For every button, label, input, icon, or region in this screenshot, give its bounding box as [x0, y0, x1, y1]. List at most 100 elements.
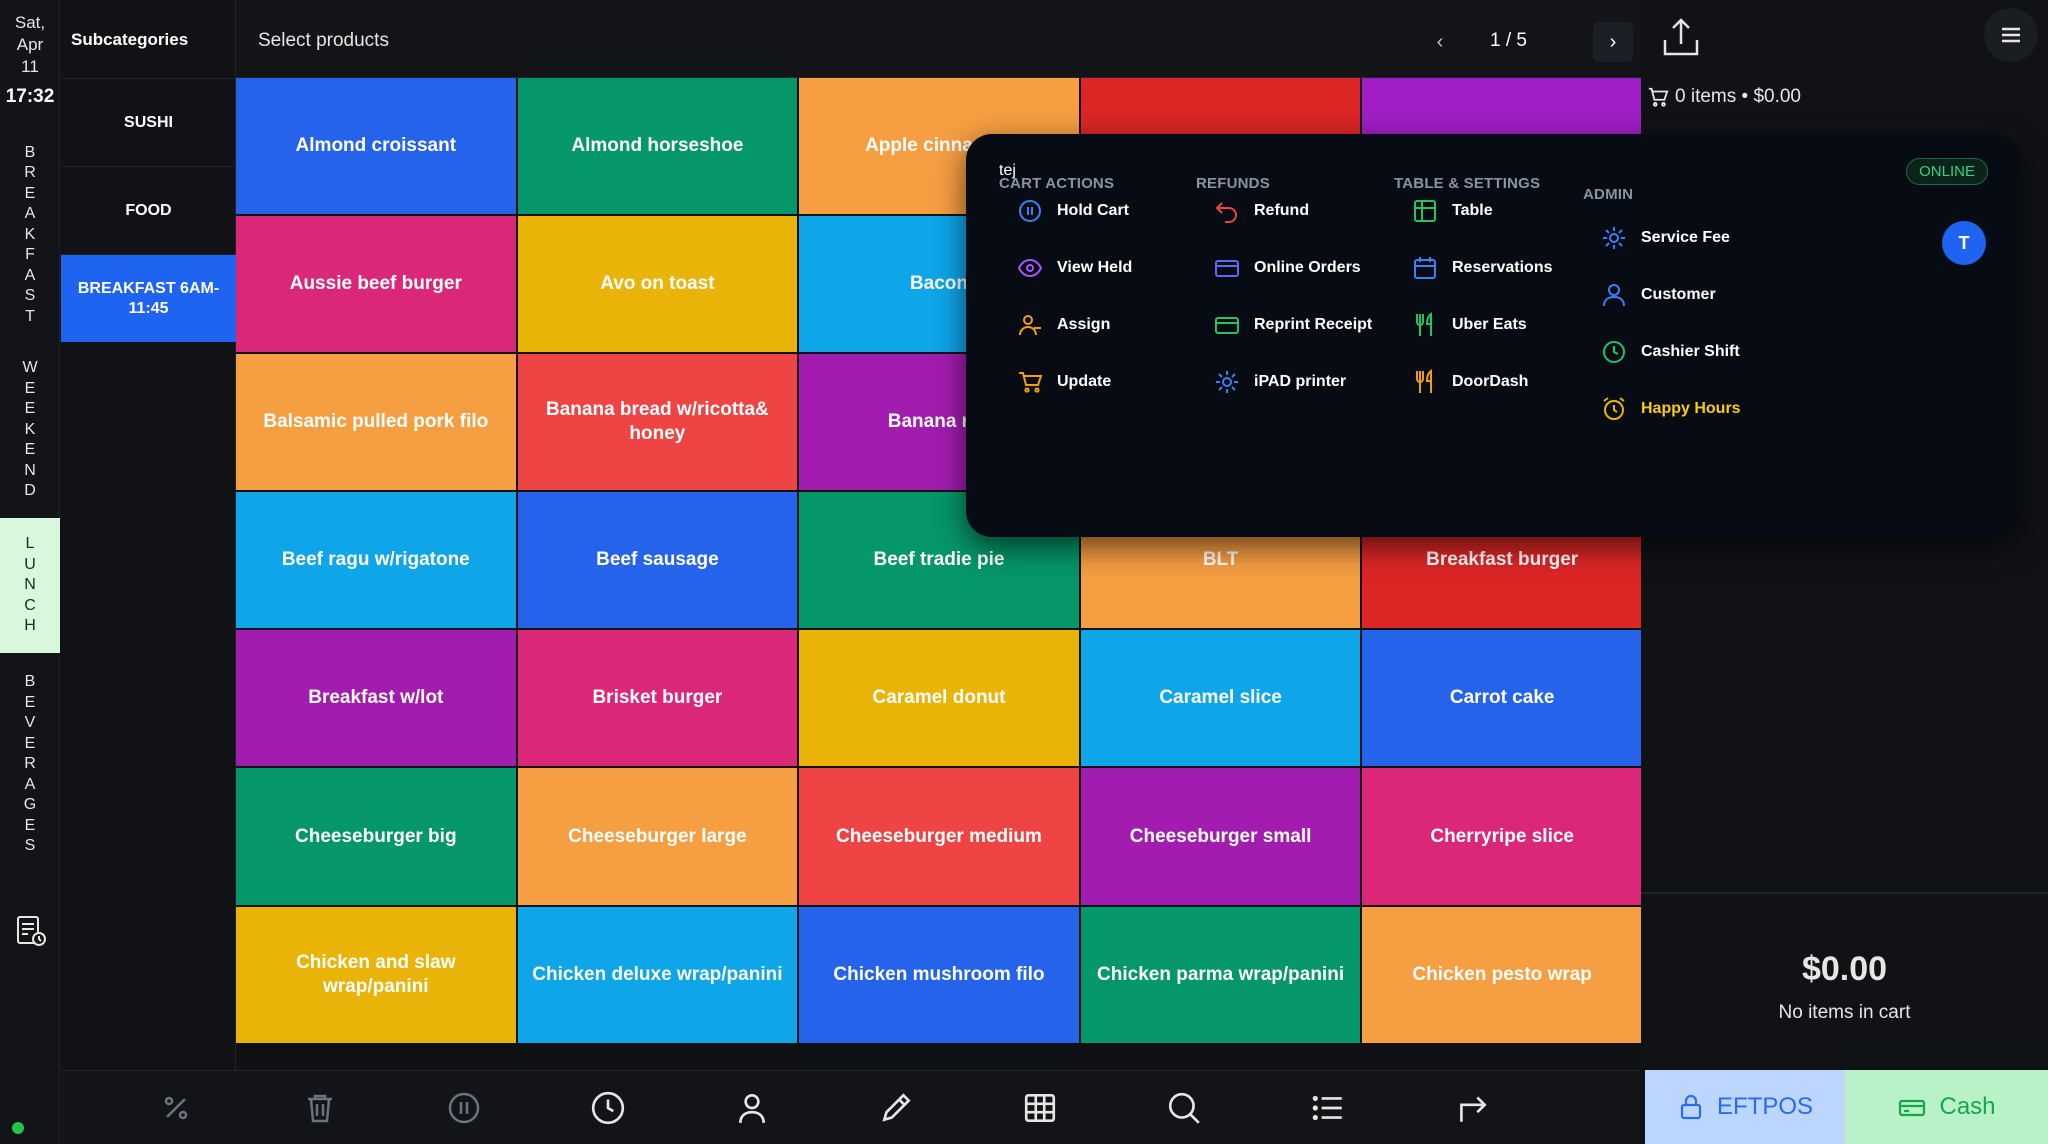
clear-cart-button[interactable] — [297, 1085, 343, 1131]
product-tile[interactable]: Avo on toast — [517, 216, 798, 353]
edit-button[interactable] — [873, 1085, 919, 1131]
category-tab-letter: K — [24, 420, 36, 438]
menu-item-refund[interactable]: Refund — [1214, 196, 1309, 226]
subcategories-title: Subcategories — [71, 30, 189, 49]
subcategory-item[interactable]: BREAKFAST 6AM-11:45 — [61, 254, 236, 342]
menu-item-hold-cart[interactable]: Hold Cart — [1017, 196, 1129, 226]
product-tile[interactable]: Beef ragu w/rigatone — [236, 492, 516, 629]
table-button[interactable] — [1017, 1085, 1063, 1131]
category-tab-beverages[interactable]: BEVERAGES — [0, 667, 60, 862]
redirect-button[interactable] — [1449, 1085, 1495, 1131]
alarm-icon — [1603, 397, 1625, 420]
menu-item-view-held[interactable]: View Held — [1017, 253, 1132, 283]
category-tab-letter: C — [24, 596, 36, 614]
gear-icon — [1603, 227, 1625, 249]
undo-icon — [1215, 202, 1237, 223]
hold-button[interactable] — [441, 1085, 487, 1131]
category-tab-letter: B — [24, 673, 36, 691]
menu-item-ipad-printer[interactable]: iPAD printer — [1214, 367, 1346, 397]
cash-button[interactable]: Cash — [1845, 1070, 2048, 1144]
menu-item-happy-hours[interactable]: Happy Hours — [1601, 394, 1741, 424]
subcategory-item[interactable]: FOOD — [61, 166, 236, 254]
category-tab-breakfast[interactable]: BREAKFAST — [0, 140, 60, 330]
card-icon — [1215, 317, 1239, 334]
category-tab-letter: N — [24, 576, 36, 594]
history-button[interactable] — [585, 1085, 631, 1131]
product-tile[interactable]: Chicken mushroom filo — [799, 906, 1079, 1043]
menu-item-reprint-receipt[interactable]: Reprint Receipt — [1214, 310, 1372, 340]
menu-item-assign[interactable]: Assign — [1017, 310, 1110, 340]
category-tab-letter: U — [24, 555, 36, 573]
product-tile[interactable]: Almond horseshoe — [517, 78, 798, 215]
cart-icon — [1019, 372, 1043, 393]
menu-item-service-fee[interactable]: Service Fee — [1601, 223, 1730, 253]
product-tile[interactable]: Cheeseburger large — [517, 768, 798, 905]
category-tab-letter: E — [24, 693, 36, 711]
product-tile[interactable]: Banana bread w/ricotta& honey — [517, 354, 798, 491]
date-display: Sat, Apr 11 — [0, 12, 60, 78]
product-tile[interactable]: Cheeseburger big — [236, 768, 516, 905]
menu-button[interactable] — [1984, 8, 2038, 62]
menu-item-label: Reprint Receipt — [1254, 316, 1373, 333]
menu-item-reservations[interactable]: Reservations — [1412, 253, 1553, 283]
category-tab-weekend[interactable]: WEEKEND — [0, 355, 60, 505]
cash-label: Cash — [1939, 1093, 1996, 1120]
product-tile[interactable]: Beef sausage — [517, 492, 798, 629]
product-tile[interactable]: Cheeseburger medium — [799, 768, 1079, 905]
date-month: Apr — [16, 35, 44, 54]
product-tile[interactable]: Breakfast w/lot — [236, 630, 516, 767]
discount-button[interactable] — [153, 1085, 199, 1131]
menu-item-update[interactable]: Update — [1017, 367, 1111, 397]
menu-item-label: Hold Cart — [1057, 202, 1129, 219]
category-tab-letter: E — [24, 734, 36, 752]
category-tab-letter: D — [24, 482, 36, 500]
product-header: Select products ‹ 1 / 5 › — [236, 0, 1640, 78]
product-tile[interactable]: Carrot cake — [1362, 630, 1642, 767]
product-tile[interactable]: Balsamic pulled pork filo — [236, 354, 516, 491]
menu-item-doordash[interactable]: DoorDash — [1412, 367, 1528, 397]
product-tile[interactable]: Chicken deluxe wrap/panini — [517, 906, 798, 1043]
menu-item-customer[interactable]: Customer — [1601, 280, 1716, 310]
menu-item-uber-eats[interactable]: Uber Eats — [1412, 310, 1527, 340]
category-tab-letter: E — [24, 184, 36, 202]
category-tab-letter: G — [23, 796, 37, 814]
avatar[interactable]: T — [1942, 221, 1986, 265]
product-tile[interactable]: Chicken pesto wrap — [1362, 906, 1642, 1043]
category-tab-letter: T — [25, 307, 35, 325]
product-tile[interactable]: Caramel slice — [1080, 630, 1361, 767]
list-button[interactable] — [1305, 1085, 1351, 1131]
receipt-icon[interactable] — [14, 914, 48, 948]
upload-icon[interactable] — [1659, 16, 1703, 60]
eftpos-button[interactable]: EFTPOS — [1645, 1070, 1845, 1144]
product-tile[interactable]: Cherryripe slice — [1362, 768, 1642, 905]
menu-item-online-orders[interactable]: Online Orders — [1214, 253, 1361, 283]
hamburger-icon — [2002, 27, 2020, 43]
product-tile[interactable]: Chicken parma wrap/panini — [1080, 906, 1361, 1043]
previous-page-button[interactable]: ‹ — [1420, 22, 1460, 62]
cart-summary: 0 items • $0.00 — [1647, 86, 1801, 108]
category-tab-lunch[interactable]: LUNCH — [0, 518, 60, 653]
eye-icon — [1017, 258, 1043, 278]
menu-item-table[interactable]: Table — [1412, 196, 1493, 226]
category-tab-letter: N — [24, 461, 36, 479]
category-tab-letter: S — [24, 837, 36, 855]
user-assign-icon — [1019, 315, 1041, 336]
cash-icon — [1899, 1099, 1926, 1117]
product-tile[interactable]: Aussie beef burger — [236, 216, 516, 353]
search-button[interactable] — [1161, 1085, 1207, 1131]
next-page-button[interactable]: › — [1593, 22, 1633, 62]
product-tile[interactable]: Caramel donut — [799, 630, 1079, 767]
menu-item-cashier-shift[interactable]: Cashier Shift — [1601, 337, 1740, 367]
category-rail: Sat, Apr 11 17:32 BREAKFASTWEEKENDLUNCHB… — [0, 0, 60, 1144]
product-tile[interactable]: Chicken and slaw wrap/panini — [236, 906, 516, 1043]
cart-icon — [1648, 87, 1669, 107]
subcategory-item[interactable]: SUSHI — [61, 78, 236, 166]
table-icon — [1414, 200, 1436, 222]
date-number: 11 — [21, 57, 39, 76]
trash-icon — [308, 1094, 332, 1123]
customer-button[interactable] — [729, 1085, 775, 1131]
product-tile[interactable]: Cheeseburger small — [1080, 768, 1361, 905]
menu-item-label: Refund — [1254, 202, 1310, 219]
product-tile[interactable]: Almond croissant — [236, 78, 516, 215]
product-tile[interactable]: Brisket burger — [517, 630, 798, 767]
